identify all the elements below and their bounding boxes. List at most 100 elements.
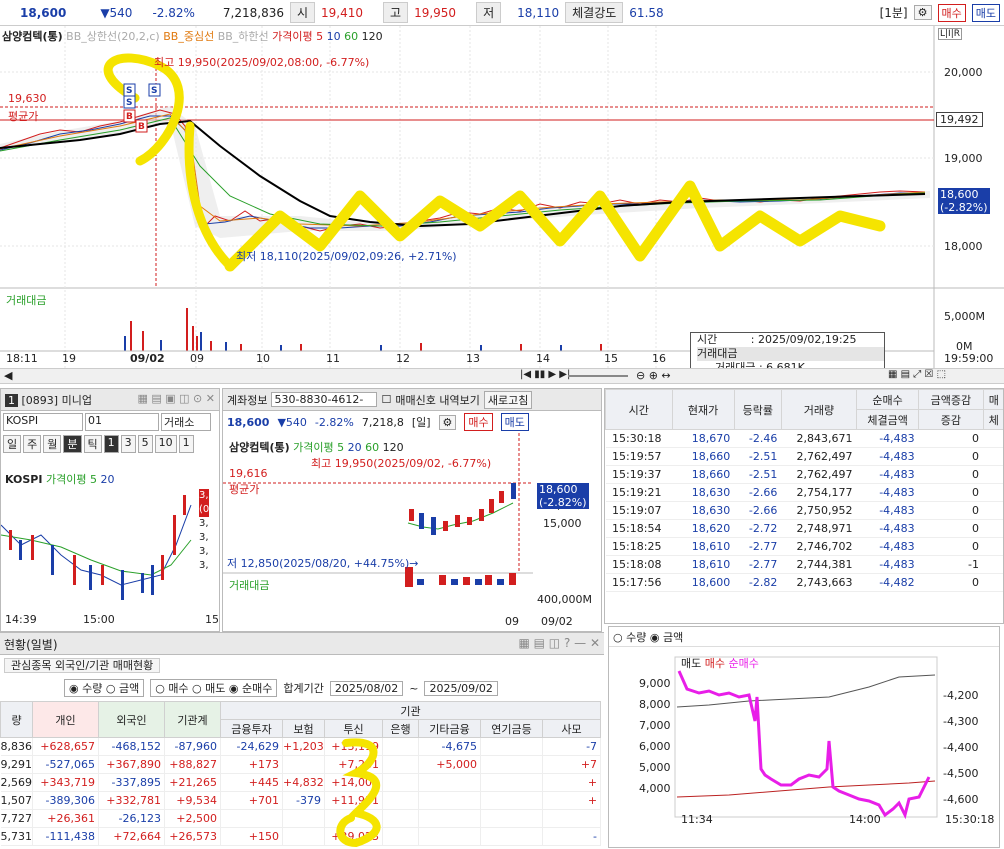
legend-bb-middle: BB_중심선 (163, 30, 214, 43)
col-net-buy[interactable]: 순매수 (856, 390, 918, 410)
table-row[interactable]: 15:30:1818,670-2.462,843,671-4,4830 (606, 430, 1004, 448)
table-cell: 18,670 (672, 430, 734, 448)
period-select[interactable]: 1 (179, 435, 194, 453)
flow-y-left: 9,000 8,000 7,000 6,000 5,000 4,000 (639, 673, 669, 799)
period-10[interactable]: 10 (155, 435, 177, 453)
refresh-button[interactable]: 새로고침 (484, 391, 532, 409)
radio-quantity[interactable]: ○ (613, 631, 623, 644)
zoom-slider[interactable] (568, 375, 628, 377)
account-price-bar: 18,600 ▼540 -2.82% 7,218,8 [일] ⚙ 매수 매도 (223, 411, 601, 433)
table-row[interactable]: 15:18:0818,610-2.772,744,381-4,483-1 (606, 556, 1004, 574)
period-week[interactable]: 주 (23, 435, 41, 453)
table-cell: 0 (919, 520, 983, 538)
table-cell: -379 (283, 792, 325, 810)
acct-rate: -2.82% (315, 416, 354, 429)
date-to-input[interactable]: 2025/09/02 (424, 681, 497, 696)
acct-settings-gear-icon[interactable]: ⚙ (439, 415, 457, 430)
tab-watchlist-investor[interactable]: 관심종목 외국인/기관 매매현황 (4, 658, 160, 673)
col-rate[interactable]: 등락률 (734, 390, 781, 430)
acct-buy-button[interactable]: 매수 (464, 413, 492, 431)
account-select[interactable]: 530-8830-4612- (271, 392, 377, 407)
col-volume[interactable]: 거래량 (781, 390, 856, 430)
main-chart-svg[interactable]: S S S B B (0, 26, 1004, 368)
acct-sell-button[interactable]: 매도 (501, 413, 529, 431)
mini-axis-val: 3, (199, 559, 209, 573)
svg-text:B: B (138, 122, 145, 132)
col-inst-sub[interactable]: 연기금등 (481, 720, 543, 738)
col-change[interactable]: 증감 (919, 410, 983, 430)
mini-market-select[interactable]: KOSPI (3, 413, 83, 431)
period-day[interactable]: 일 (3, 435, 21, 453)
acct-period[interactable]: [일] (412, 414, 431, 430)
x-tick: 12 (396, 352, 410, 365)
investor-toolbar-icons[interactable]: ▦ ▤ ◫ ? — ✕ (518, 636, 600, 650)
col-trade-amount[interactable]: 체결금액 (856, 410, 918, 430)
period-minute[interactable]: 분 (63, 435, 81, 453)
table-cell: +445 (221, 774, 283, 792)
col-foreign[interactable]: 외국인 (99, 702, 165, 738)
table-cell (983, 484, 1004, 502)
playback-controls[interactable]: |◀ ▮▮ ▶ ▶| (520, 369, 570, 380)
table-cell: 0 (919, 466, 983, 484)
table-row[interactable]: 15:18:5418,620-2.722,748,971-4,4830 (606, 520, 1004, 538)
table-row[interactable]: 2,569+343,719-337,895+21,265+445+4,832+1… (1, 774, 601, 792)
col-inst-sub[interactable]: 사모 (543, 720, 601, 738)
table-row[interactable]: 1,507-389,306+332,781+9,534+701-379+11,9… (1, 792, 601, 810)
col-inst-sub[interactable]: 보험 (283, 720, 325, 738)
period-month[interactable]: 월 (43, 435, 61, 453)
table-cell (419, 792, 481, 810)
mini-chart-svg[interactable] (1, 485, 197, 609)
zoom-icons[interactable]: ⊖ ⊕ ↔ (636, 369, 671, 382)
table-row[interactable]: 15:19:3718,660-2.512,762,497-4,4830 (606, 466, 1004, 484)
table-row[interactable]: 9,291-527,065+367,890+88,827+173+7,281+5… (1, 756, 601, 774)
table-row[interactable]: 15:17:5618,600-2.822,743,663-4,4820 (606, 574, 1004, 592)
table-cell: - (543, 828, 601, 846)
chart-scrollbar-row[interactable]: ◀ |◀ ▮▮ ▶ ▶| ⊖ ⊕ ↔ ▦ ▤ ⤢ ☒ ⬚ (0, 368, 1004, 384)
col-amount-change[interactable]: 금액증감 (919, 390, 983, 410)
buy-button[interactable]: 매수 (938, 4, 966, 22)
table-cell: -2.66 (734, 502, 781, 520)
table-row[interactable]: 8,836+628,657-468,152-87,960-24,629+1,20… (1, 738, 601, 756)
col-inst-sub[interactable]: 기타금융 (419, 720, 481, 738)
flow-y-right-4500: -4,500 (943, 761, 978, 787)
mini-code-input[interactable]: 01 (85, 413, 159, 431)
tooltip-time-value: : 2025/09/02,19:25 (751, 333, 857, 346)
signal-checkbox[interactable]: ☐ (381, 393, 391, 406)
col-inst-sub[interactable]: 금융투자 (221, 720, 283, 738)
col-price[interactable]: 현재가 (672, 390, 734, 430)
col-vol[interactable]: 량 (1, 702, 33, 738)
table-row[interactable]: 15:19:5718,660-2.512,762,497-4,4830 (606, 448, 1004, 466)
table-row[interactable]: 5,731-111,438+72,664+26,573+150+29,023- (1, 828, 601, 846)
table-row[interactable]: 7,727+26,361-26,123+2,500 (1, 810, 601, 828)
mini-axis-val: 3, (199, 489, 209, 503)
chart-tool-icons[interactable]: ▦ ▤ ⤢ ☒ ⬚ (888, 369, 946, 380)
mini-exchange-select[interactable]: 거래소 (161, 413, 211, 431)
table-row[interactable]: 15:19:2118,630-2.662,754,177-4,4830 (606, 484, 1004, 502)
x-tick: 19:59:00 (944, 352, 993, 365)
main-chart-panel[interactable]: S S S B B 삼양컴텍(통) BB_상한선(20,2,c) BB_중심선 … (0, 26, 1004, 368)
table-row[interactable]: 15:19:0718,630-2.662,750,952-4,4830 (606, 502, 1004, 520)
period-tick[interactable]: 틱 (84, 435, 102, 453)
scroll-left-icon[interactable]: ◀ (4, 369, 12, 382)
lir-button[interactable]: L|I|R (938, 28, 962, 40)
settings-gear-icon[interactable]: ⚙ (914, 5, 932, 20)
table-row[interactable]: 15:18:2518,610-2.772,746,702-4,4830 (606, 538, 1004, 556)
table-cell: + (543, 792, 601, 810)
period-5[interactable]: 5 (138, 435, 153, 453)
col-institution-total[interactable]: 기관계 (165, 702, 221, 738)
mini-toolbar-icons[interactable]: ▦ ▤ ▣ ◫ ⊙ ✕ (138, 392, 216, 405)
acct-y-15000: 15,000 (543, 517, 582, 530)
x-tick: 14 (536, 352, 550, 365)
radio-group-unit[interactable]: ◉ 수량 ○ 금액 (64, 679, 144, 697)
radio-amount[interactable]: ◉ (650, 631, 660, 644)
col-time[interactable]: 시간 (606, 390, 673, 430)
col-extra2[interactable]: 체 (983, 410, 1004, 430)
col-individual[interactable]: 개인 (33, 702, 99, 738)
period-label[interactable]: [1분] (880, 4, 908, 21)
date-from-input[interactable]: 2025/08/02 (330, 681, 403, 696)
sell-button[interactable]: 매도 (972, 4, 1000, 22)
period-1[interactable]: 1 (104, 435, 119, 453)
radio-group-side[interactable]: ○ 매수 ○ 매도 ◉ 순매수 (150, 679, 277, 697)
col-extra[interactable]: 매 (983, 390, 1004, 410)
period-3[interactable]: 3 (121, 435, 136, 453)
